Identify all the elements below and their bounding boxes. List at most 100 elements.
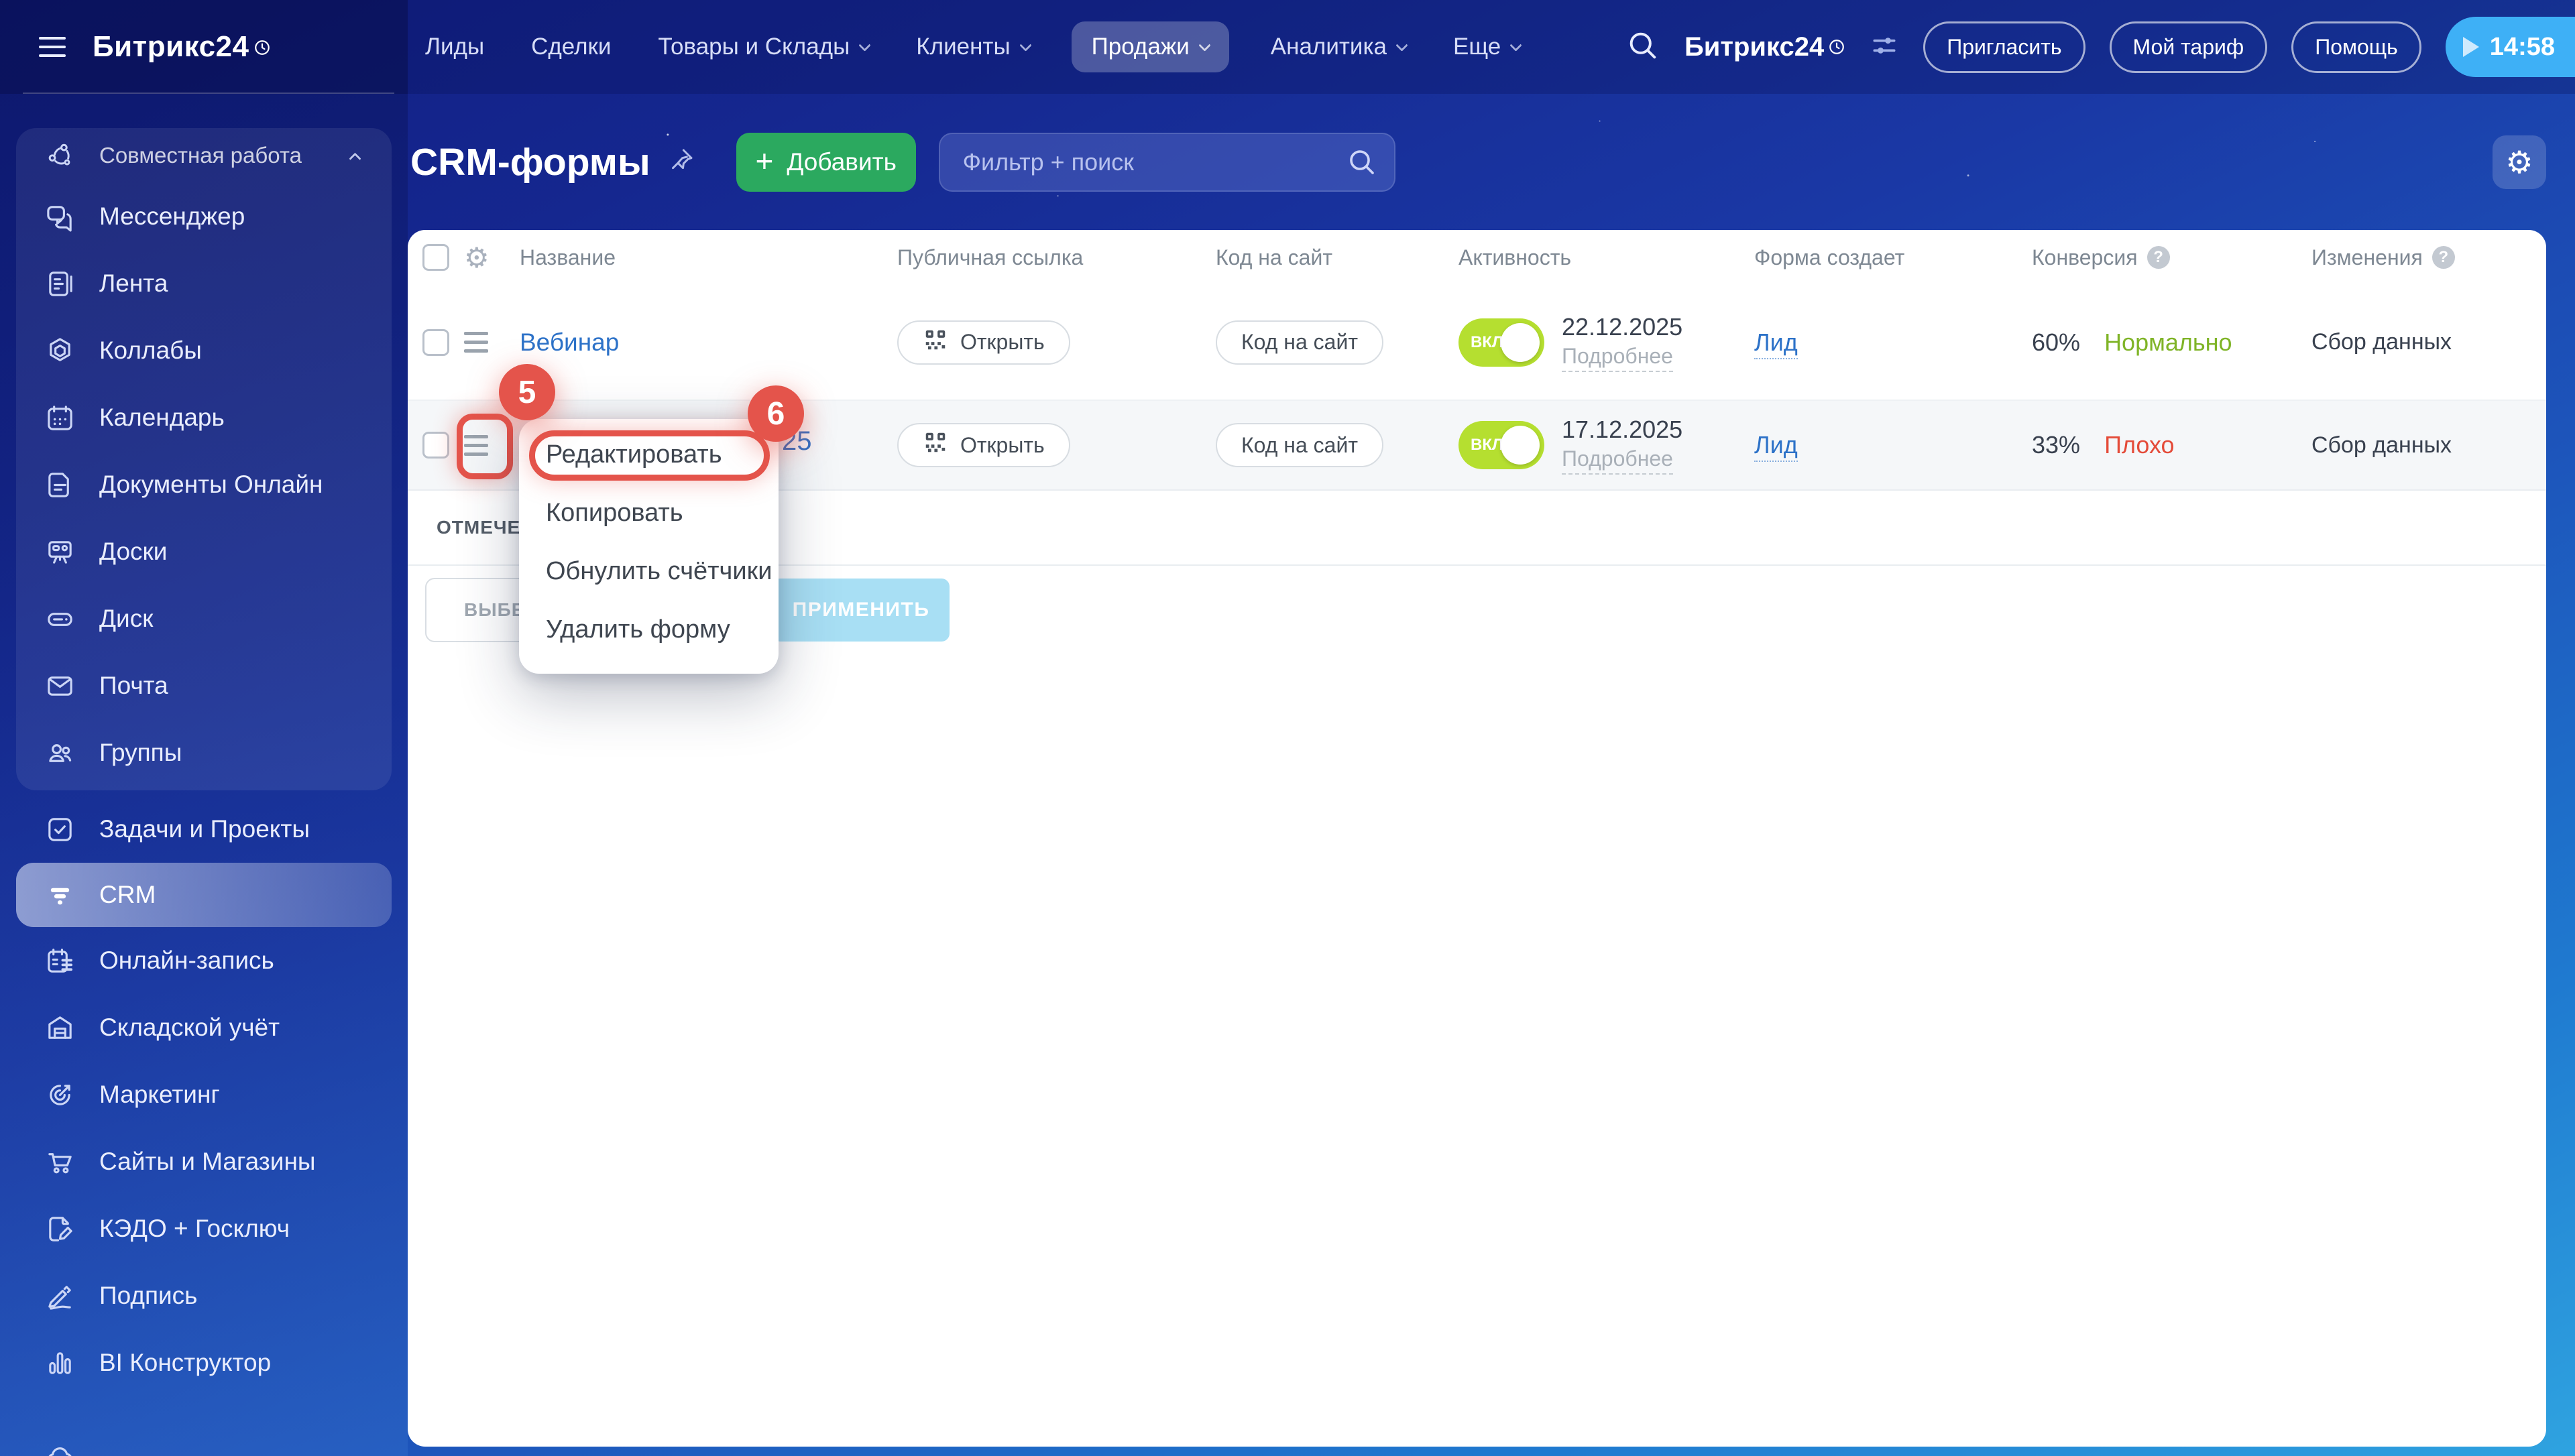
details-link[interactable]: Подробнее — [1562, 344, 1673, 372]
nav-clients[interactable]: Клиенты — [911, 21, 1035, 72]
sidebar-item-calendar[interactable]: Календарь — [16, 384, 392, 451]
row-menu-icon[interactable] — [464, 332, 488, 353]
form-name-link[interactable]: Вебинар — [520, 328, 619, 356]
creates-lead-link[interactable]: Лид — [1754, 431, 1798, 462]
col-header-name[interactable]: Название — [520, 245, 897, 270]
sidebar-item-drive[interactable]: Диск — [16, 585, 392, 652]
col-header-creates[interactable]: Форма создает — [1754, 245, 2032, 270]
site-code-button[interactable]: Код на сайт — [1216, 320, 1383, 365]
top-bar-brand-area: Битрикс24 — [0, 0, 408, 94]
help-icon[interactable]: ? — [2147, 246, 2170, 269]
bitrix24-app: Битрикс24 Лиды Сделки Товары и Склады Кл… — [0, 0, 2575, 1456]
bar-chart-icon — [43, 1347, 76, 1379]
sidebar-item-kedo[interactable]: КЭДО + Госключ — [0, 1195, 408, 1262]
table-settings-gear-icon[interactable]: ⚙ — [464, 241, 490, 274]
feed-icon — [43, 268, 76, 300]
top-bar-right: Битрикс24 Пригласить Мой тариф Помощь 14… — [1625, 0, 2575, 94]
sidebar-group-collaboration: Совместная работа Мессенджер Лента Колла… — [16, 128, 392, 790]
nav-sales-active[interactable]: Продажи — [1071, 21, 1229, 72]
nav-more[interactable]: Еще — [1448, 21, 1526, 72]
invite-button[interactable]: Пригласить — [1923, 21, 2085, 73]
nav-leads[interactable]: Лиды — [420, 21, 490, 72]
sidebar-item-partial[interactable] — [0, 1423, 408, 1456]
settings-gear-button[interactable]: ⚙ — [2493, 135, 2546, 189]
sidebar-item-bi[interactable]: BI Конструктор — [0, 1329, 408, 1396]
sidebar-item-feed[interactable]: Лента — [16, 250, 392, 317]
sliders-icon[interactable] — [1870, 31, 1899, 64]
page-title: CRM-формы — [410, 140, 650, 184]
row-checkbox[interactable] — [422, 432, 449, 459]
sidebar-item-marketing[interactable]: Маркетинг — [0, 1061, 408, 1128]
search-icon[interactable] — [1346, 146, 1378, 182]
row-checkbox[interactable] — [422, 328, 449, 356]
chevron-down-icon — [1019, 38, 1032, 52]
annotation-step-badge-6: 6 — [748, 385, 804, 442]
sidebar-item-collabs[interactable]: Коллабы — [16, 317, 392, 384]
messenger-icon — [43, 201, 76, 233]
sidebar-item-docs-online[interactable]: Документы Онлайн — [16, 451, 392, 518]
menu-item-reset-counters[interactable]: Обнулить счётчики — [519, 542, 779, 601]
search-icon[interactable] — [1625, 28, 1660, 66]
sidebar-item-tasks[interactable]: Задачи и Проекты — [0, 796, 408, 863]
menu-item-copy[interactable]: Копировать — [519, 484, 779, 542]
sidebar-list: Задачи и Проекты CRM Онлайн-запись Склад… — [0, 790, 408, 1456]
nav-deals[interactable]: Сделки — [526, 21, 616, 72]
sidebar-item-groups[interactable]: Группы — [16, 719, 392, 786]
play-icon — [2462, 37, 2479, 57]
activity-toggle-on[interactable]: ВКЛ — [1458, 318, 1544, 367]
whiteboard-icon — [43, 536, 76, 568]
sidebar-item-sign[interactable]: Подпись — [0, 1262, 408, 1329]
sidebar-item-mail[interactable]: Почта — [16, 652, 392, 719]
sidebar-item-warehouse[interactable]: Складской учёт — [0, 994, 408, 1061]
col-header-activity[interactable]: Активность — [1458, 245, 1754, 270]
timer-button[interactable]: 14:58 — [2445, 17, 2575, 77]
creates-lead-link[interactable]: Лид — [1754, 328, 1798, 359]
sidebar: Совместная работа Мессенджер Лента Колла… — [0, 94, 408, 1456]
details-link[interactable]: Подробнее — [1562, 446, 1673, 475]
sidebar-item-crm[interactable]: CRM — [16, 863, 392, 927]
clock-mark-icon — [253, 30, 271, 64]
activity-toggle-on[interactable]: ВКЛ — [1458, 421, 1544, 469]
menu-burger-icon[interactable] — [39, 37, 66, 57]
open-link-button[interactable]: Открыть — [897, 320, 1070, 365]
conversion-quality: Нормально — [2104, 328, 2232, 356]
col-header-site-code[interactable]: Код на сайт — [1216, 245, 1458, 270]
table-header-row: ⚙ Название Публичная ссылка Код на сайт … — [408, 230, 2546, 285]
nav-products[interactable]: Товары и Склады — [652, 21, 874, 72]
sidebar-item-sites[interactable]: Сайты и Магазины — [0, 1128, 408, 1195]
sidebar-item-boards[interactable]: Доски — [16, 518, 392, 585]
my-tariff-button[interactable]: Мой тариф — [2109, 21, 2268, 73]
sidebar-group-header[interactable]: Совместная работа — [16, 128, 392, 183]
chevron-down-icon — [858, 38, 871, 52]
sidebar-item-online-booking[interactable]: Онлайн-запись — [0, 927, 408, 994]
add-button[interactable]: + Добавить — [736, 132, 916, 192]
open-link-button[interactable]: Открыть — [897, 423, 1070, 467]
app-logo[interactable]: Битрикс24 — [93, 30, 271, 64]
menu-item-delete-form[interactable]: Удалить форму — [519, 601, 779, 659]
gear-icon: ⚙ — [2505, 143, 2533, 180]
mail-icon — [43, 670, 76, 702]
sidebar-item-messenger[interactable]: Мессенджер — [16, 183, 392, 250]
nav-analytics[interactable]: Аналитика — [1265, 21, 1412, 72]
filter-search-input[interactable] — [938, 132, 1395, 192]
help-button[interactable]: Помощь — [2291, 21, 2421, 73]
changes-value: Сбор данных — [2311, 432, 2452, 458]
apply-button[interactable]: ПРИМЕНИТЬ — [772, 579, 950, 642]
site-code-button[interactable]: Код на сайт — [1216, 423, 1383, 467]
col-header-changes[interactable]: Изменения? — [2311, 245, 2546, 270]
col-header-conversion[interactable]: Конверсия? — [2032, 245, 2311, 270]
help-icon[interactable]: ? — [2431, 246, 2455, 269]
booking-calendar-icon — [43, 945, 76, 977]
funnel-icon — [43, 879, 76, 911]
hexagon-icon — [43, 335, 76, 367]
menu-item-edit[interactable]: Редактировать — [519, 426, 779, 484]
chevron-down-icon — [1198, 38, 1211, 52]
pin-icon[interactable] — [668, 147, 695, 177]
row-menu-icon[interactable] — [464, 434, 488, 456]
top-nav: Лиды Сделки Товары и Склады Клиенты Прод… — [420, 0, 1526, 94]
col-header-public-link[interactable]: Публичная ссылка — [897, 245, 1216, 270]
qr-icon — [923, 327, 948, 358]
conversion-value: 60% — [2032, 328, 2081, 356]
select-all-checkbox[interactable] — [422, 244, 449, 271]
cloud-icon — [43, 1441, 76, 1456]
